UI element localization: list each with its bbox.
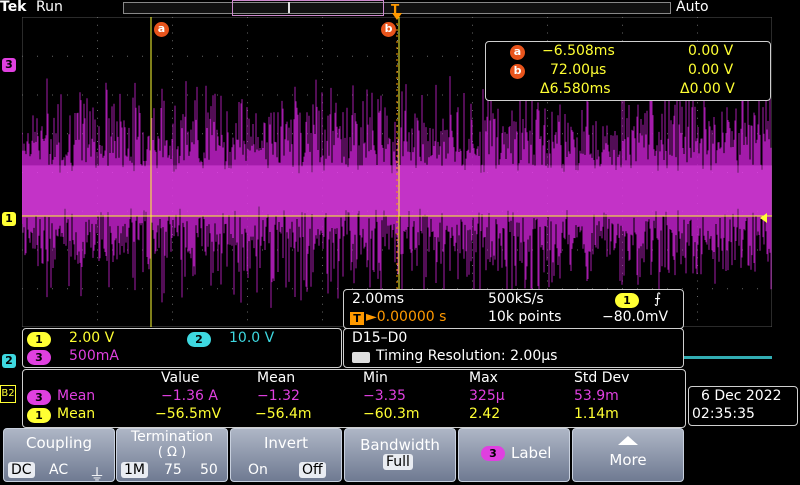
termination-button[interactable]: Termination ( Ω ) 1M 75 50 — [116, 428, 228, 482]
ch3-scale: 500mA — [69, 348, 119, 364]
ch2-scale: 10.0 V — [229, 330, 275, 346]
meas-header-mean: Mean — [257, 370, 296, 386]
meas-row1-stddev: 53.9m — [574, 388, 619, 404]
cursor-b-time: 72.00µs — [550, 62, 607, 78]
termination-50[interactable]: 50 — [197, 462, 221, 478]
brand-logo: Tek — [0, 0, 27, 15]
time: 02:35:35 — [692, 406, 755, 422]
meas-row1-channel: 3 — [27, 390, 51, 405]
cursor-readout[interactable]: a −6.508ms 0.00 V b 72.00µs 0.00 V Δ6.58… — [485, 41, 771, 101]
meas-header-min: Min — [363, 370, 388, 386]
cursor-a-volt: 0.00 V — [688, 43, 734, 59]
cursor-delta-time: Δ6.580ms — [540, 81, 611, 97]
bus-marker[interactable]: B2 — [0, 385, 16, 403]
meas-header-value: Value — [161, 370, 200, 386]
invert-off[interactable]: Off — [299, 462, 326, 478]
coupling-dc[interactable]: DC — [8, 462, 35, 478]
trigger-level: −80.0mV — [602, 309, 669, 325]
bandwidth-title: Bandwidth — [360, 436, 440, 454]
trigger-arrow-icon — [392, 13, 402, 20]
meas-row1-value: −1.36 A — [161, 388, 218, 404]
meas-row2-stddev: 1.14m — [574, 406, 619, 422]
chevron-up-icon — [618, 436, 638, 445]
ch1-badge: 1 — [27, 332, 51, 347]
trigger-mode[interactable]: Auto — [676, 0, 709, 15]
acquisition-state[interactable]: Run — [36, 0, 63, 15]
termination-75[interactable]: 75 — [161, 462, 185, 478]
invert-button[interactable]: Invert On Off — [230, 428, 342, 482]
meas-row1-max: 325µ — [469, 388, 505, 404]
record-length: 10k points — [488, 309, 562, 325]
ch3-badge: 3 — [27, 350, 51, 365]
time-scale: 2.00ms — [352, 291, 405, 307]
ch2-ground-marker[interactable]: 2 — [2, 354, 16, 368]
timing-resolution: Timing Resolution: 2.00µs — [376, 348, 558, 364]
meas-header-max: Max — [469, 370, 498, 386]
meas-row1-min: −3.35 — [363, 388, 406, 404]
cursor-b-readout-badge: b — [510, 64, 525, 79]
meas-row2-mean: −56.4m — [255, 406, 312, 422]
coupling-title: Coupling — [25, 434, 93, 452]
ground-icon[interactable]: ⏚ — [86, 461, 108, 485]
bandwidth-value[interactable]: Full — [383, 454, 413, 470]
bandwidth-button[interactable]: Bandwidth Full — [344, 428, 456, 482]
label-button[interactable]: 3 Label — [458, 428, 570, 482]
trigger-source-badge: 1 — [615, 293, 639, 308]
trigger-level-icon[interactable] — [760, 213, 767, 223]
more-title: More — [609, 451, 647, 469]
record-view-window[interactable] — [232, 0, 384, 16]
ch2-trace — [680, 356, 772, 359]
bus-name: D15–D0 — [352, 330, 408, 346]
timing-icon — [352, 352, 370, 363]
record-trigger-mark — [288, 2, 290, 13]
invert-title: Invert — [263, 434, 309, 452]
meas-row2-channel: 1 — [27, 408, 51, 423]
cursor-b-volt: 0.00 V — [688, 62, 734, 78]
ch1-ground-marker[interactable]: 1 — [2, 212, 16, 226]
coupling-button[interactable]: Coupling DC AC ⏚ — [3, 428, 115, 485]
meas-row1-label: Mean — [57, 388, 96, 404]
cursor-a-readout-badge: a — [510, 45, 525, 60]
channel-scale-readout[interactable]: 1 2.00 V 2 10.0 V 3 500mA — [22, 328, 342, 368]
horizontal-trigger-readout[interactable]: 2.00ms 500kS/s 1 ⨍ T ►0.00000 s 10k poin… — [343, 289, 684, 329]
meas-row2-max: 2.42 — [469, 406, 501, 422]
date: 6 Dec 2022 — [701, 388, 782, 404]
termination-title: Termination — [130, 429, 214, 445]
datetime-readout[interactable]: 6 Dec 2022 02:35:35 — [688, 386, 798, 426]
trigger-position: ►0.00000 s — [366, 309, 447, 325]
more-button[interactable]: More — [572, 428, 684, 482]
meas-row1-mean: −1.32 — [257, 388, 300, 404]
cursor-a-badge[interactable]: a — [154, 22, 169, 37]
rising-edge-icon: ⨍ — [654, 291, 662, 307]
ch1-scale: 2.00 V — [69, 330, 115, 346]
label-title: Label — [511, 444, 552, 462]
coupling-ac[interactable]: AC — [46, 462, 71, 478]
sample-rate: 500kS/s — [488, 291, 544, 307]
meas-row2-value: −56.5mV — [155, 406, 222, 422]
cursor-b-badge[interactable]: b — [381, 22, 396, 37]
termination-unit: ( Ω ) — [157, 445, 187, 460]
bus-readout[interactable]: D15–D0 Timing Resolution: 2.00µs — [343, 328, 684, 368]
invert-on[interactable]: On — [245, 462, 271, 478]
termination-1m[interactable]: 1M — [121, 462, 148, 478]
label-channel-badge: 3 — [481, 446, 505, 461]
trigger-position-badge: T — [350, 312, 364, 325]
measurement-table[interactable]: Value Mean Min Max Std Dev 3 Mean −1.36 … — [22, 369, 686, 428]
meas-row2-label: Mean — [57, 406, 96, 422]
cursor-a-time: −6.508ms — [542, 43, 615, 59]
cursor-delta-volt: Δ0.00 V — [680, 81, 735, 97]
meas-row2-min: −60.3m — [363, 406, 420, 422]
ch2-badge: 2 — [187, 332, 211, 347]
meas-header-stddev: Std Dev — [574, 370, 630, 386]
ch3-ground-marker[interactable]: 3 — [2, 58, 16, 72]
